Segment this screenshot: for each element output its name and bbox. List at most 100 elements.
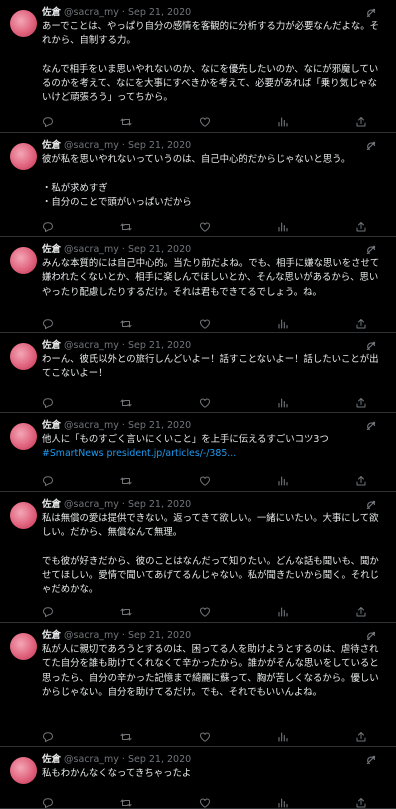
author-name[interactable]: 佐倉 bbox=[42, 630, 61, 641]
author-name[interactable]: 佐倉 bbox=[42, 244, 61, 255]
retweet-button[interactable] bbox=[120, 397, 132, 409]
like-icon bbox=[199, 397, 211, 409]
author-handle-date[interactable]: @sacra_my · Sep 21, 2020 bbox=[64, 244, 191, 255]
tweet[interactable]: 佐倉 @sacra_my · Sep 21, 2020 あーでことは、やっぱり自分… bbox=[0, 0, 396, 133]
tweet[interactable]: 佐倉 @sacra_my · Sep 21, 2020 わーん、彼氏以外との旅行し… bbox=[0, 333, 396, 413]
author-handle-date[interactable]: @sacra_my · Sep 21, 2020 bbox=[64, 630, 191, 641]
avatar[interactable] bbox=[10, 633, 37, 660]
reply-button[interactable] bbox=[42, 116, 54, 128]
views-button[interactable] bbox=[277, 116, 289, 128]
author-name[interactable]: 佐倉 bbox=[42, 754, 61, 765]
hashtag-link[interactable]: #SmartNews bbox=[42, 448, 104, 459]
like-button[interactable] bbox=[199, 318, 211, 330]
retweet-button[interactable] bbox=[120, 606, 132, 618]
grok-icon[interactable] bbox=[364, 339, 378, 353]
share-button[interactable] bbox=[355, 797, 367, 809]
tweet[interactable]: 佐倉 @sacra_my · Sep 21, 2020 私が人に親切であろうとする… bbox=[0, 623, 396, 747]
share-button[interactable] bbox=[355, 221, 367, 233]
views-button[interactable] bbox=[277, 731, 289, 743]
retweet-icon bbox=[120, 606, 132, 618]
grok-icon[interactable] bbox=[364, 6, 378, 20]
author-name[interactable]: 佐倉 bbox=[42, 7, 61, 18]
views-button[interactable] bbox=[277, 397, 289, 409]
reply-button[interactable] bbox=[42, 318, 54, 330]
share-button[interactable] bbox=[355, 475, 367, 487]
like-button[interactable] bbox=[199, 475, 211, 487]
tweet-actions bbox=[42, 606, 386, 618]
article-link[interactable]: president.jp/articles/-/385... bbox=[107, 448, 237, 459]
reply-button[interactable] bbox=[42, 475, 54, 487]
tweet[interactable]: 佐倉 @sacra_my · Sep 21, 2020 他人に「ものすごく言いにく… bbox=[0, 413, 396, 492]
tweet[interactable]: 佐倉 @sacra_my · Sep 21, 2020 彼が私を思いやれないってい… bbox=[0, 133, 396, 237]
avatar[interactable] bbox=[10, 343, 37, 370]
grok-icon[interactable] bbox=[364, 243, 378, 257]
avatar[interactable] bbox=[10, 502, 37, 529]
views-button[interactable] bbox=[277, 606, 289, 618]
tweet-text-content: わーん、彼氏以外との旅行しんどいよー！話すことないよー！話したいことが出てこない… bbox=[42, 354, 379, 380]
author-name[interactable]: 佐倉 bbox=[42, 499, 61, 510]
avatar[interactable] bbox=[10, 757, 37, 784]
author-handle-date[interactable]: @sacra_my · Sep 21, 2020 bbox=[64, 7, 191, 18]
tweet-text: 私は無償の愛は提供できない。返ってきて欲しい。一緒にいたい。大事にして欲しい。だ… bbox=[42, 512, 384, 598]
views-button[interactable] bbox=[277, 797, 289, 809]
author-name[interactable]: 佐倉 bbox=[42, 140, 61, 151]
share-button[interactable] bbox=[355, 731, 367, 743]
grok-icon[interactable] bbox=[364, 753, 378, 767]
grok-icon[interactable] bbox=[364, 498, 378, 512]
like-icon bbox=[199, 731, 211, 743]
author-handle-date[interactable]: @sacra_my · Sep 21, 2020 bbox=[64, 420, 191, 431]
retweet-button[interactable] bbox=[120, 116, 132, 128]
reply-button[interactable] bbox=[42, 221, 54, 233]
reply-button[interactable] bbox=[42, 397, 54, 409]
tweet-text-content: 他人に「ものすごく言いにくいこと」を上手に伝えるすごいコツ3つ bbox=[42, 434, 329, 445]
tweet-actions bbox=[42, 797, 386, 809]
tweet-header: 佐倉 @sacra_my · Sep 21, 2020 bbox=[42, 340, 386, 352]
tweet[interactable]: 佐倉 @sacra_my · Sep 21, 2020 私は無償の愛は提供できない… bbox=[0, 492, 396, 623]
avatar[interactable] bbox=[10, 423, 37, 450]
share-icon bbox=[355, 116, 367, 128]
share-button[interactable] bbox=[355, 116, 367, 128]
retweet-button[interactable] bbox=[120, 318, 132, 330]
reply-button[interactable] bbox=[42, 606, 54, 618]
tweet-body: 佐倉 @sacra_my · Sep 21, 2020 みんな本質的には自己中心的… bbox=[42, 237, 386, 333]
share-icon bbox=[355, 475, 367, 487]
views-button[interactable] bbox=[277, 475, 289, 487]
retweet-icon bbox=[120, 318, 132, 330]
retweet-button[interactable] bbox=[120, 797, 132, 809]
reply-icon bbox=[42, 606, 54, 618]
reply-button[interactable] bbox=[42, 731, 54, 743]
like-button[interactable] bbox=[199, 221, 211, 233]
tweet-actions bbox=[42, 731, 386, 743]
author-handle-date[interactable]: @sacra_my · Sep 21, 2020 bbox=[64, 499, 191, 510]
reply-button[interactable] bbox=[42, 797, 54, 809]
avatar[interactable] bbox=[10, 143, 37, 170]
author-handle-date[interactable]: @sacra_my · Sep 21, 2020 bbox=[64, 140, 191, 151]
author-handle-date[interactable]: @sacra_my · Sep 21, 2020 bbox=[64, 754, 191, 765]
grok-icon[interactable] bbox=[364, 419, 378, 433]
grok-icon[interactable] bbox=[364, 629, 378, 643]
tweet-header: 佐倉 @sacra_my · Sep 21, 2020 bbox=[42, 420, 386, 432]
like-button[interactable] bbox=[199, 606, 211, 618]
author-handle-date[interactable]: @sacra_my · Sep 21, 2020 bbox=[64, 340, 191, 351]
share-icon bbox=[355, 318, 367, 330]
avatar[interactable] bbox=[10, 247, 37, 274]
grok-icon[interactable] bbox=[364, 139, 378, 153]
like-button[interactable] bbox=[199, 731, 211, 743]
share-button[interactable] bbox=[355, 318, 367, 330]
retweet-button[interactable] bbox=[120, 475, 132, 487]
tweet[interactable]: 佐倉 @sacra_my · Sep 21, 2020 私もわかんなくなってきちゃ… bbox=[0, 747, 396, 809]
tweet[interactable]: 佐倉 @sacra_my · Sep 21, 2020 みんな本質的には自己中心的… bbox=[0, 237, 396, 333]
retweet-button[interactable] bbox=[120, 221, 132, 233]
avatar[interactable] bbox=[10, 10, 37, 37]
share-button[interactable] bbox=[355, 397, 367, 409]
share-button[interactable] bbox=[355, 606, 367, 618]
like-button[interactable] bbox=[199, 116, 211, 128]
retweet-button[interactable] bbox=[120, 731, 132, 743]
author-name[interactable]: 佐倉 bbox=[42, 420, 61, 431]
like-button[interactable] bbox=[199, 797, 211, 809]
views-button[interactable] bbox=[277, 318, 289, 330]
views-button[interactable] bbox=[277, 221, 289, 233]
author-name[interactable]: 佐倉 bbox=[42, 340, 61, 351]
tweet-body: 佐倉 @sacra_my · Sep 21, 2020 私もわかんなくなってきちゃ… bbox=[42, 747, 386, 809]
like-button[interactable] bbox=[199, 397, 211, 409]
